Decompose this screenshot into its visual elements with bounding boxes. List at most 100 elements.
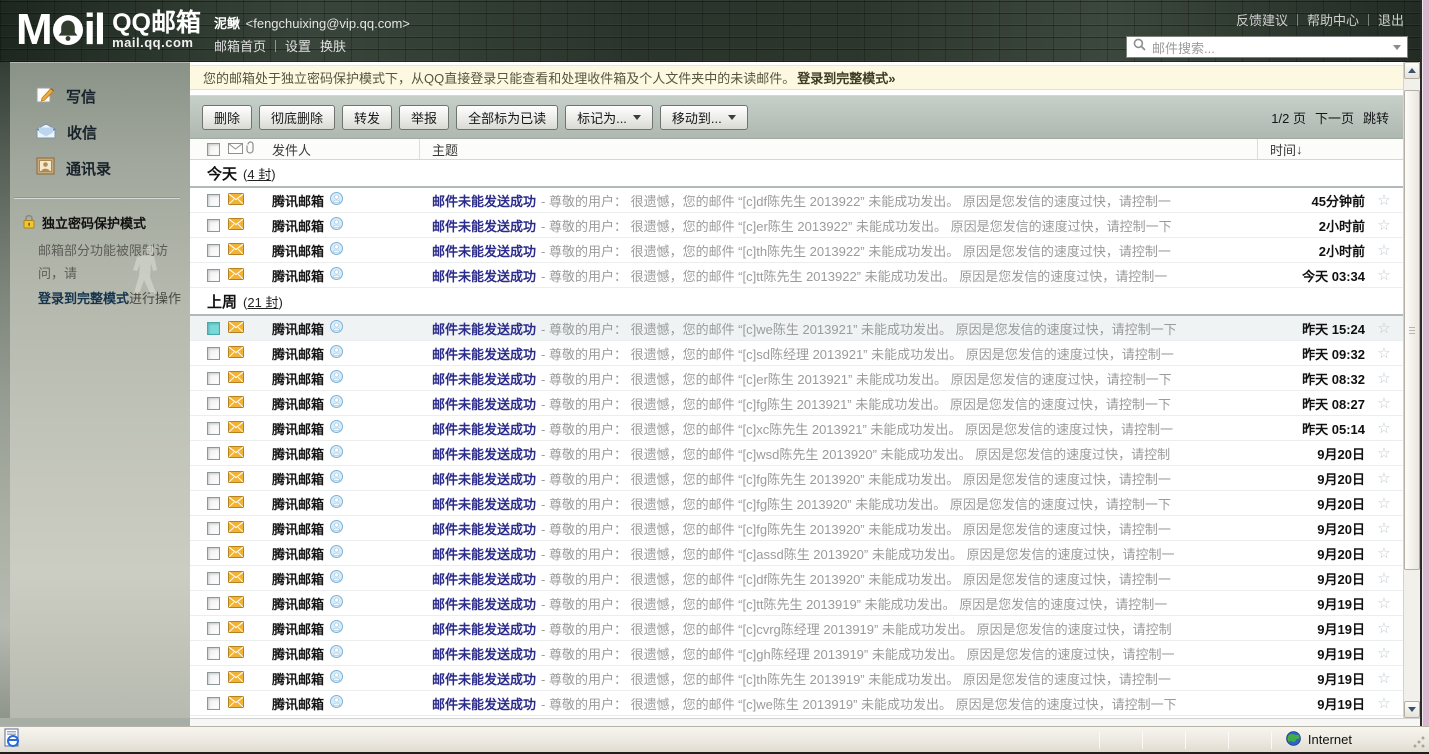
sender-badge-icon[interactable] — [330, 267, 343, 283]
row-checkbox[interactable] — [207, 472, 220, 485]
mail-row[interactable]: 腾讯邮箱 邮件未能发送成功- 尊敬的用户： 很遗憾，您的邮件 “[c]assd陈… — [190, 541, 1403, 566]
mail-subject-cell[interactable]: 邮件未能发送成功- 尊敬的用户： 很遗憾，您的邮件 “[c]df陈先生 2013… — [420, 569, 1257, 588]
jump-page-link[interactable]: 跳转 — [1363, 108, 1389, 127]
star-icon[interactable]: ☆ — [1365, 694, 1403, 712]
next-page-link[interactable]: 下一页 — [1315, 108, 1354, 127]
row-checkbox[interactable] — [207, 497, 220, 510]
sender-name[interactable]: 腾讯邮箱 — [272, 544, 324, 563]
mail-subject[interactable]: 邮件未能发送成功 — [432, 244, 536, 259]
sender-column-header[interactable]: 发件人 — [272, 139, 420, 159]
mail-row[interactable]: 腾讯邮箱 邮件未能发送成功- 尊敬的用户： 很遗憾，您的邮件 “[c]fg陈先生… — [190, 466, 1403, 491]
sender-name[interactable]: 腾讯邮箱 — [272, 266, 324, 285]
mail-subject-cell[interactable]: 邮件未能发送成功- 尊敬的用户： 很遗憾，您的邮件 “[c]fg陈先生 2013… — [420, 519, 1257, 538]
toolbar-button[interactable]: 彻底删除 — [259, 105, 335, 130]
star-icon[interactable]: ☆ — [1365, 644, 1403, 662]
mail-subject-cell[interactable]: 邮件未能发送成功- 尊敬的用户： 很遗憾，您的邮件 “[c]th陈先生 2013… — [420, 241, 1257, 260]
chevron-down-icon[interactable] — [1393, 45, 1401, 50]
sidebar-item-contacts[interactable]: 通讯录 — [10, 150, 190, 186]
row-checkbox[interactable] — [207, 244, 220, 257]
mail-subject-cell[interactable]: 邮件未能发送成功- 尊敬的用户： 很遗憾，您的邮件 “[c]er陈生 20139… — [420, 369, 1257, 388]
mail-subject[interactable]: 邮件未能发送成功 — [432, 219, 536, 234]
sender-name[interactable]: 腾讯邮箱 — [272, 519, 324, 538]
row-checkbox[interactable] — [207, 597, 220, 610]
subject-column-header[interactable]: 主题 — [420, 140, 1257, 159]
toolbar-button[interactable]: 全部标为已读 — [456, 105, 558, 130]
mail-row[interactable]: 腾讯邮箱 邮件未能发送成功- 尊敬的用户： 很遗憾，您的邮件 “[c]df陈先生… — [190, 188, 1403, 213]
sender-name[interactable]: 腾讯邮箱 — [272, 619, 324, 638]
star-icon[interactable]: ☆ — [1365, 319, 1403, 337]
mail-subject-cell[interactable]: 邮件未能发送成功- 尊敬的用户： 很遗憾，您的邮件 “[c]wsd陈先生 201… — [420, 444, 1257, 463]
mail-subject-cell[interactable]: 邮件未能发送成功- 尊敬的用户： 很遗憾，您的邮件 “[c]assd陈生 201… — [420, 544, 1257, 563]
select-all-checkbox[interactable] — [207, 143, 220, 156]
mail-row[interactable]: 腾讯邮箱 邮件未能发送成功- 尊敬的用户： 很遗憾，您的邮件 “[c]wsd陈先… — [190, 441, 1403, 466]
sender-badge-icon[interactable] — [330, 445, 343, 461]
login-full-mode-link[interactable]: 登录到完整模式 — [38, 291, 129, 306]
mail-subject-cell[interactable]: 邮件未能发送成功- 尊敬的用户： 很遗憾，您的邮件 “[c]fg陈生 20139… — [420, 394, 1257, 413]
star-icon[interactable]: ☆ — [1365, 619, 1403, 637]
mail-subject-cell[interactable]: 邮件未能发送成功- 尊敬的用户： 很遗憾，您的邮件 “[c]fg陈生 20139… — [420, 494, 1257, 513]
row-checkbox[interactable] — [207, 447, 220, 460]
sender-name[interactable]: 腾讯邮箱 — [272, 216, 324, 235]
mail-subject-cell[interactable]: 邮件未能发送成功- 尊敬的用户： 很遗憾，您的邮件 “[c]we陈生 20139… — [420, 319, 1257, 338]
mail-subject[interactable]: 邮件未能发送成功 — [432, 397, 536, 412]
link-feedback[interactable]: 反馈建议 — [1236, 10, 1288, 29]
mail-subject[interactable]: 邮件未能发送成功 — [432, 497, 536, 512]
sender-badge-icon[interactable] — [330, 192, 343, 208]
row-checkbox[interactable] — [207, 322, 220, 335]
mail-subject[interactable]: 邮件未能发送成功 — [432, 322, 536, 337]
sender-name[interactable]: 腾讯邮箱 — [272, 569, 324, 588]
nav-settings[interactable]: 设置 — [285, 36, 311, 55]
row-checkbox[interactable] — [207, 269, 220, 282]
mail-row[interactable]: 腾讯邮箱 邮件未能发送成功- 尊敬的用户： 很遗憾，您的邮件 “[c]er陈生 … — [190, 213, 1403, 238]
row-checkbox[interactable] — [207, 547, 220, 560]
group-count-link[interactable]: (4 封) — [243, 164, 276, 183]
mail-subject[interactable]: 邮件未能发送成功 — [432, 372, 536, 387]
sender-badge-icon[interactable] — [330, 395, 343, 411]
sender-badge-icon[interactable] — [330, 595, 343, 611]
row-checkbox[interactable] — [207, 522, 220, 535]
mail-row[interactable]: 腾讯邮箱 邮件未能发送成功- 尊敬的用户： 很遗憾，您的邮件 “[c]fg陈先生… — [190, 516, 1403, 541]
sender-name[interactable]: 腾讯邮箱 — [272, 594, 324, 613]
mail-subject-cell[interactable]: 邮件未能发送成功- 尊敬的用户： 很遗憾，您的邮件 “[c]cvrg陈经理 20… — [420, 619, 1257, 638]
row-checkbox[interactable] — [207, 647, 220, 660]
row-checkbox[interactable] — [207, 572, 220, 585]
star-icon[interactable]: ☆ — [1365, 444, 1403, 462]
mail-subject[interactable]: 邮件未能发送成功 — [432, 447, 536, 462]
mail-subject[interactable]: 邮件未能发送成功 — [432, 547, 536, 562]
star-icon[interactable]: ☆ — [1365, 241, 1403, 259]
link-help-center[interactable]: 帮助中心 — [1307, 10, 1359, 29]
sidebar-item-inbox[interactable]: 收信 — [10, 115, 190, 150]
mail-subject[interactable]: 邮件未能发送成功 — [432, 522, 536, 537]
mail-subject[interactable]: 邮件未能发送成功 — [432, 422, 536, 437]
sender-name[interactable]: 腾讯邮箱 — [272, 344, 324, 363]
sender-badge-icon[interactable] — [330, 345, 343, 361]
star-icon[interactable]: ☆ — [1365, 469, 1403, 487]
mail-row[interactable]: 腾讯邮箱 邮件未能发送成功- 尊敬的用户： 很遗憾，您的邮件 “[c]gh陈经理… — [190, 641, 1403, 666]
sender-name[interactable]: 腾讯邮箱 — [272, 494, 324, 513]
sender-name[interactable]: 腾讯邮箱 — [272, 644, 324, 663]
mail-subject-cell[interactable]: 邮件未能发送成功- 尊敬的用户： 很遗憾，您的邮件 “[c]df陈先生 2013… — [420, 191, 1257, 210]
mail-subject[interactable]: 邮件未能发送成功 — [432, 472, 536, 487]
sender-badge-icon[interactable] — [330, 620, 343, 636]
link-logout[interactable]: 退出 — [1378, 10, 1404, 29]
scrollbar-thumb[interactable] — [1404, 90, 1420, 570]
mail-subject[interactable]: 邮件未能发送成功 — [432, 697, 536, 712]
mail-row[interactable]: 腾讯邮箱 邮件未能发送成功- 尊敬的用户： 很遗憾，您的邮件 “[c]we陈生 … — [190, 691, 1403, 716]
sender-name[interactable]: 腾讯邮箱 — [272, 444, 324, 463]
row-checkbox[interactable] — [207, 697, 220, 710]
mail-row[interactable]: 腾讯邮箱 邮件未能发送成功- 尊敬的用户： 很遗憾，您的邮件 “[c]cvrg陈… — [190, 616, 1403, 641]
sender-badge-icon[interactable] — [330, 495, 343, 511]
sender-badge-icon[interactable] — [330, 695, 343, 711]
sender-badge-icon[interactable] — [330, 242, 343, 258]
mail-search-box[interactable]: 邮件搜索... — [1126, 36, 1408, 58]
star-icon[interactable]: ☆ — [1365, 569, 1403, 587]
mail-row[interactable]: 腾讯邮箱 邮件未能发送成功- 尊敬的用户： 很遗憾，您的邮件 “[c]fg陈生 … — [190, 391, 1403, 416]
mail-subject[interactable]: 邮件未能发送成功 — [432, 347, 536, 362]
sidebar-item-compose[interactable]: 写信 — [10, 78, 190, 115]
sender-name[interactable]: 腾讯邮箱 — [272, 419, 324, 438]
scroll-down-button[interactable] — [1404, 701, 1420, 718]
mail-subject[interactable]: 邮件未能发送成功 — [432, 572, 536, 587]
sender-badge-icon[interactable] — [330, 545, 343, 561]
sender-name[interactable]: 腾讯邮箱 — [272, 369, 324, 388]
toolbar-dropdown-button[interactable]: 标记为... — [565, 105, 653, 130]
